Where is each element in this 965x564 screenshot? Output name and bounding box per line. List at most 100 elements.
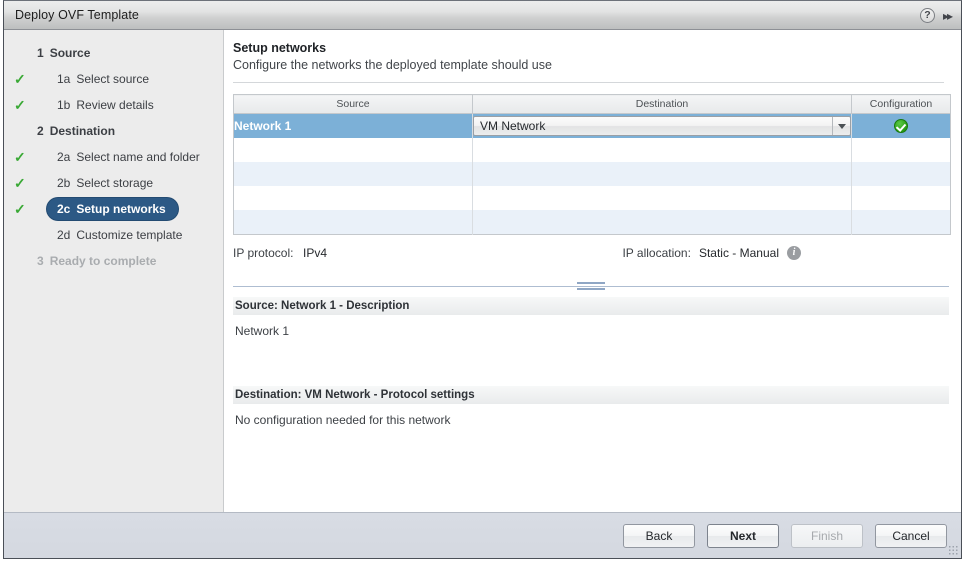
step-number: 2a <box>57 150 71 164</box>
sidebar-item-pill: 3 Ready to complete <box>32 250 168 272</box>
step-check-icon: ✓ <box>14 201 26 217</box>
sidebar-item-review-details[interactable]: ✓ 1b Review details <box>4 92 223 118</box>
sidebar-item-pill: 2b Select storage <box>47 172 165 194</box>
sidebar-item-select-source[interactable]: ✓ 1a Select source <box>4 66 223 92</box>
step-label: Select storage <box>76 176 154 190</box>
destination-protocol-heading: Destination: VM Network - Protocol setti… <box>233 386 949 404</box>
next-button[interactable]: Next <box>707 523 779 548</box>
window-title-actions: ? ▸▸ <box>919 1 953 30</box>
sidebar-item-select-storage[interactable]: ✓ 2b Select storage <box>4 170 223 196</box>
sidebar-item-ready-to-complete: ✓ 3 Ready to complete <box>4 248 223 274</box>
cell-source: Network 1 <box>233 113 473 138</box>
step-number: 1a <box>57 72 71 86</box>
column-header-configuration[interactable]: Configuration <box>851 94 951 114</box>
resize-grip-icon[interactable] <box>947 544 958 555</box>
window-title: Deploy OVF Template <box>15 8 139 22</box>
cell-configuration <box>851 210 951 235</box>
deploy-ovf-template-screen: Deploy OVF Template ? ▸▸ ✓ 1 Source ✓ <box>0 0 965 564</box>
cell-configuration <box>851 113 951 138</box>
sidebar-item-customize-template[interactable]: ✓ 2d Customize template <box>4 222 223 248</box>
double-chevron-right-icon[interactable]: ▸▸ <box>943 9 953 23</box>
step-number: 2c <box>57 202 71 216</box>
cell-destination <box>472 138 852 162</box>
column-header-destination[interactable]: Destination <box>472 94 852 114</box>
step-check-icon: ✓ <box>14 175 26 191</box>
step-label: Select name and folder <box>76 150 200 164</box>
ip-protocol-label: IP protocol: <box>233 246 294 260</box>
column-header-source[interactable]: Source <box>233 94 473 114</box>
header-divider <box>233 82 944 83</box>
window-title-bar: Deploy OVF Template ? ▸▸ <box>4 1 961 30</box>
sidebar-item-source[interactable]: ✓ 1 Source <box>4 40 223 66</box>
pane-splitter[interactable] <box>233 282 949 292</box>
step-number: 1 <box>37 46 44 60</box>
networks-table: Source Destination Configuration Network… <box>233 94 951 235</box>
ip-settings-row: IP protocol: IPv4 IP allocation: Static … <box>233 246 949 260</box>
ip-allocation-label: IP allocation: <box>622 246 691 260</box>
step-check-icon: ✓ <box>14 149 26 165</box>
sidebar-item-select-name-and-folder[interactable]: ✓ 2a Select name and folder <box>4 144 223 170</box>
destination-network-select[interactable]: VM Network <box>473 116 851 136</box>
cell-source <box>233 138 473 162</box>
step-check-icon: ✓ <box>14 71 26 87</box>
sidebar-item-pill: 2 Destination <box>32 120 127 142</box>
chevron-down-icon[interactable] <box>832 117 850 135</box>
page-subtitle: Configure the networks the deployed temp… <box>233 58 552 72</box>
cell-configuration <box>851 186 951 210</box>
sidebar-item-pill: 1 Source <box>32 42 102 64</box>
source-description-body: Network 1 <box>235 324 290 338</box>
step-number: 2d <box>57 228 71 242</box>
back-button[interactable]: Back <box>623 523 695 548</box>
destination-network-value: VM Network <box>480 119 546 133</box>
networks-table-header: Source Destination Configuration <box>233 94 951 114</box>
sidebar-item-pill: 1b Review details <box>47 94 166 116</box>
help-icon[interactable]: ? <box>919 8 935 23</box>
cell-source <box>233 162 473 186</box>
splitter-grip-icon[interactable] <box>577 282 605 292</box>
sidebar-item-pill: 2d Customize template <box>47 224 194 246</box>
info-icon[interactable]: i <box>787 246 801 260</box>
table-row[interactable] <box>233 162 951 186</box>
cancel-button[interactable]: Cancel <box>875 523 947 548</box>
wizard-steps-sidebar: ✓ 1 Source ✓ 1a Select source ✓ <box>4 30 224 512</box>
sidebar-item-setup-networks[interactable]: ✓ 2c Setup networks <box>4 196 223 222</box>
cell-destination <box>472 162 852 186</box>
step-label: Customize template <box>76 228 183 242</box>
cell-configuration <box>851 138 951 162</box>
sidebar-item-pill: 2c Setup networks <box>47 198 178 220</box>
destination-protocol-section: Destination: VM Network - Protocol setti… <box>233 386 949 427</box>
source-description-section: Source: Network 1 - Description Network … <box>233 297 949 338</box>
step-label: Source <box>49 46 91 60</box>
table-row[interactable] <box>233 186 951 210</box>
step-label: Review details <box>76 98 154 112</box>
page-title: Setup networks <box>233 41 327 55</box>
cell-destination <box>472 186 852 210</box>
green-check-icon <box>894 118 908 133</box>
ip-protocol-value: IPv4 <box>303 246 328 260</box>
step-number: 1b <box>57 98 71 112</box>
table-row[interactable] <box>233 210 951 235</box>
wizard-footer: Back Next Finish Cancel <box>4 512 961 558</box>
cell-source <box>233 210 473 235</box>
step-number: 3 <box>37 254 44 268</box>
cell-destination <box>472 210 852 235</box>
finish-button: Finish <box>791 523 863 548</box>
cell-source <box>233 186 473 210</box>
table-row[interactable]: Network 1 VM Network <box>233 113 951 138</box>
wizard-window: Deploy OVF Template ? ▸▸ ✓ 1 Source ✓ <box>3 0 962 559</box>
ip-allocation-value: Static - Manual <box>698 246 779 260</box>
table-header-row: Source Destination Configuration <box>233 94 951 114</box>
sidebar-item-pill: 1a Select source <box>47 68 161 90</box>
step-label: Destination <box>49 124 116 138</box>
cell-configuration <box>851 162 951 186</box>
source-description-heading: Source: Network 1 - Description <box>233 297 949 315</box>
ip-allocation-group: IP allocation: Static - Manual i <box>622 246 949 260</box>
step-label: Ready to complete <box>49 254 157 268</box>
cell-destination: VM Network <box>472 113 852 138</box>
table-row[interactable] <box>233 138 951 162</box>
wizard-body: ✓ 1 Source ✓ 1a Select source ✓ <box>4 30 961 512</box>
sidebar-item-pill: 2a Select name and folder <box>47 146 212 168</box>
step-number: 2b <box>57 176 71 190</box>
step-label: Setup networks <box>76 202 166 216</box>
sidebar-item-destination[interactable]: ✓ 2 Destination <box>4 118 223 144</box>
